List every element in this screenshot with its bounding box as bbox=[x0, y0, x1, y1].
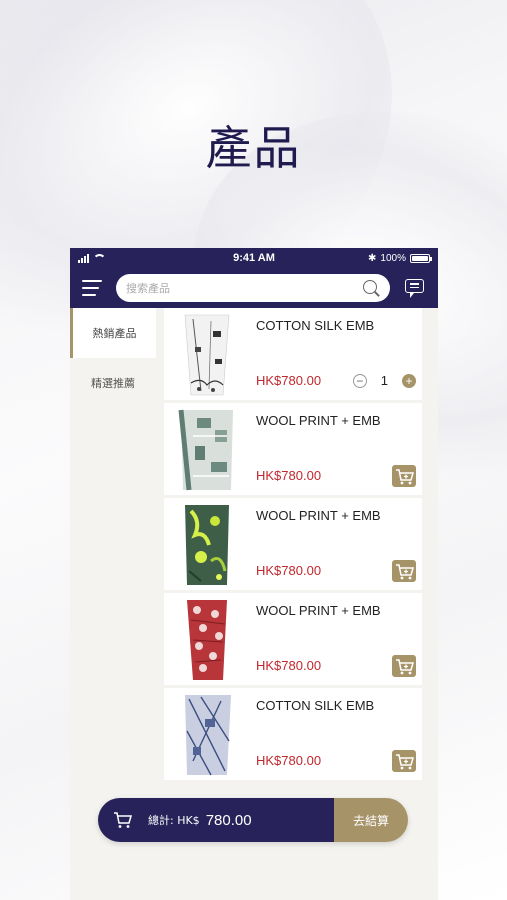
product-image[interactable] bbox=[164, 688, 248, 780]
sidebar-item-hot-products[interactable]: 熱銷產品 bbox=[70, 308, 156, 358]
status-bar: 9:41 AM ✱ 100% bbox=[70, 248, 438, 268]
total-amount: 780.00 bbox=[205, 811, 252, 829]
battery-icon bbox=[410, 253, 432, 263]
product-image[interactable] bbox=[164, 498, 248, 590]
product-card[interactable]: WOOL PRINT + EMB HK$780.00 bbox=[164, 593, 422, 685]
menu-icon[interactable] bbox=[82, 280, 102, 296]
product-image[interactable] bbox=[164, 593, 248, 685]
app-header bbox=[70, 268, 438, 308]
checkout-button[interactable]: 去結算 bbox=[334, 798, 408, 842]
product-image[interactable] bbox=[164, 403, 248, 495]
product-price: HK$780.00 bbox=[256, 563, 322, 578]
cart-plus-icon bbox=[396, 469, 414, 485]
product-card[interactable]: COTTON SILK EMB HK$780.00 − 1 + bbox=[164, 308, 422, 400]
product-card[interactable]: WOOL PRINT + EMB HK$780.00 bbox=[164, 403, 422, 495]
product-price: HK$780.00 bbox=[256, 373, 322, 388]
sidebar-item-label: 熱銷產品 bbox=[92, 327, 137, 340]
cart-total-section[interactable]: 總計: HK$ 780.00 bbox=[98, 798, 334, 842]
decrease-quantity-button[interactable]: − bbox=[352, 373, 367, 388]
cart-plus-icon bbox=[396, 659, 414, 675]
battery-percent: 100% bbox=[380, 252, 406, 264]
signal-icon bbox=[78, 253, 89, 263]
product-name[interactable]: COTTON SILK EMB bbox=[256, 318, 416, 333]
add-to-cart-button[interactable] bbox=[392, 750, 416, 772]
cart-plus-icon bbox=[396, 564, 414, 580]
product-image[interactable] bbox=[164, 308, 248, 400]
page-title: 產品 bbox=[205, 121, 302, 175]
product-card[interactable]: COTTON SILK EMB HK$780.00 bbox=[164, 688, 422, 780]
product-name[interactable]: WOOL PRINT + EMB bbox=[256, 413, 416, 428]
add-to-cart-button[interactable] bbox=[392, 560, 416, 582]
product-card[interactable]: WOOL PRINT + EMB HK$780.00 bbox=[164, 498, 422, 590]
add-to-cart-button[interactable] bbox=[392, 655, 416, 677]
search-bar[interactable] bbox=[116, 274, 390, 302]
quantity-value: 1 bbox=[380, 373, 388, 388]
product-price: HK$780.00 bbox=[256, 658, 322, 673]
total-label: 總計: HK$ bbox=[148, 814, 200, 827]
product-name[interactable]: WOOL PRINT + EMB bbox=[256, 508, 416, 523]
sidebar-item-label: 精選推薦 bbox=[91, 377, 135, 390]
cart-summary-bar: 總計: HK$ 780.00 去結算 bbox=[98, 798, 408, 842]
wifi-icon bbox=[93, 253, 106, 263]
message-icon[interactable] bbox=[404, 278, 426, 298]
cart-icon[interactable] bbox=[112, 810, 134, 830]
status-time: 9:41 AM bbox=[233, 252, 275, 264]
product-name[interactable]: WOOL PRINT + EMB bbox=[256, 603, 416, 618]
quantity-stepper: − 1 + bbox=[352, 373, 416, 388]
status-left bbox=[78, 253, 168, 263]
bluetooth-icon: ✱ bbox=[368, 252, 377, 264]
product-price: HK$780.00 bbox=[256, 468, 322, 483]
add-to-cart-button[interactable] bbox=[392, 465, 416, 487]
increase-quantity-button[interactable]: + bbox=[402, 373, 416, 388]
product-price: HK$780.00 bbox=[256, 753, 322, 768]
sidebar-item-featured[interactable]: 精選推薦 bbox=[70, 358, 156, 408]
search-icon[interactable] bbox=[362, 279, 380, 297]
status-right: ✱ 100% bbox=[340, 252, 432, 264]
search-input[interactable] bbox=[126, 281, 356, 295]
product-name[interactable]: COTTON SILK EMB bbox=[256, 698, 416, 713]
cart-plus-icon bbox=[396, 754, 414, 770]
